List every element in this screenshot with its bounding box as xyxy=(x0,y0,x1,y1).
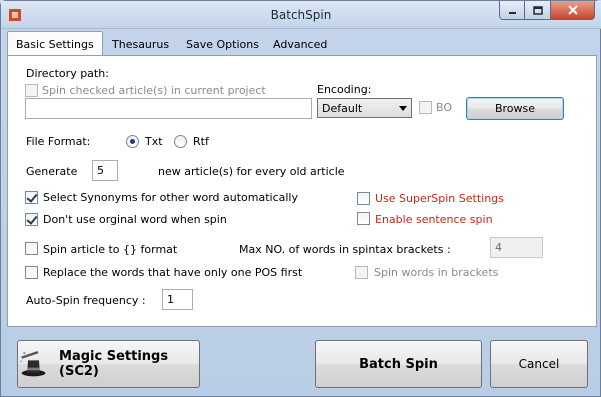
maximize-icon xyxy=(532,5,543,15)
close-button[interactable] xyxy=(551,1,595,20)
dont-use-original-checkbox[interactable] xyxy=(25,213,38,226)
minimize-icon xyxy=(508,11,516,14)
batchspin-window: BatchSpin Basic Settings Thesaurus Save … xyxy=(0,0,601,397)
auto-spin-label: Auto-Spin frequency : xyxy=(26,294,146,307)
magic-settings-button[interactable]: Magic Settings (SC2) xyxy=(17,340,200,388)
max-words-label: Max NO. of words in spintax brackets : xyxy=(239,243,451,256)
use-superspin-checkbox[interactable] xyxy=(357,192,370,205)
encoding-selected-value: Default xyxy=(322,102,363,115)
title-bar[interactable]: BatchSpin xyxy=(1,1,601,29)
file-format-label: File Format: xyxy=(26,135,91,148)
dont-use-original-label: Don't use orginal word when spin xyxy=(43,213,227,226)
window-controls xyxy=(499,1,595,21)
tab-advanced[interactable]: Advanced xyxy=(265,34,335,55)
tab-thesaurus[interactable]: Thesaurus xyxy=(104,34,177,55)
txt-radio-label: Txt xyxy=(145,135,163,148)
spin-words-brackets-checkbox[interactable] xyxy=(355,266,368,279)
auto-spin-input[interactable]: 1 xyxy=(162,289,193,310)
close-icon xyxy=(567,5,578,15)
generate-suffix-label: new article(s) for every old article xyxy=(158,165,345,178)
maximize-button[interactable] xyxy=(525,1,551,20)
generate-label: Generate xyxy=(26,165,78,178)
magic-hat-icon xyxy=(19,349,46,377)
select-synonyms-checkbox[interactable] xyxy=(25,191,38,204)
spin-checked-checkbox[interactable] xyxy=(25,84,38,97)
max-words-input[interactable]: 4 xyxy=(490,237,543,258)
browse-button[interactable]: Browse xyxy=(466,97,564,120)
spin-words-brackets-label: Spin words in brackets xyxy=(374,266,499,279)
basic-settings-panel: Directory path: Spin checked article(s) … xyxy=(7,55,597,327)
directory-path-label: Directory path: xyxy=(26,67,109,80)
tab-bar: Basic Settings Thesaurus Save Options Ad… xyxy=(7,31,599,56)
directory-path-input[interactable] xyxy=(25,98,312,119)
bo-checkbox[interactable] xyxy=(419,101,432,114)
chevron-down-icon xyxy=(399,106,407,111)
enable-sentence-spin-checkbox[interactable] xyxy=(357,212,370,225)
tab-basic-settings[interactable]: Basic Settings xyxy=(7,31,103,56)
replace-one-pos-label: Replace the words that have only one POS… xyxy=(43,266,303,279)
tab-save-options[interactable]: Save Options xyxy=(178,34,267,55)
select-synonyms-label: Select Synonyms for other word automatic… xyxy=(43,191,298,204)
spin-to-format-checkbox[interactable] xyxy=(25,242,38,255)
magic-settings-label: Magic Settings (SC2) xyxy=(59,349,169,379)
rtf-radio[interactable] xyxy=(174,135,187,148)
replace-one-pos-checkbox[interactable] xyxy=(25,266,38,279)
generate-count-input[interactable]: 5 xyxy=(92,160,118,181)
bo-label: BO xyxy=(436,101,453,114)
enable-sentence-spin-label: Enable sentence spin xyxy=(375,213,493,226)
cancel-button[interactable]: Cancel xyxy=(490,340,588,388)
rtf-radio-label: Rtf xyxy=(193,135,209,148)
encoding-select[interactable]: Default xyxy=(317,98,412,118)
use-superspin-label: Use SuperSpin Settings xyxy=(375,192,504,205)
minimize-button[interactable] xyxy=(499,1,525,20)
batch-spin-button[interactable]: Batch Spin xyxy=(315,340,482,388)
spin-checked-label: Spin checked article(s) in current proje… xyxy=(42,84,266,97)
encoding-label: Encoding: xyxy=(317,83,372,96)
spin-to-format-label: Spin article to {} format xyxy=(43,243,178,256)
txt-radio[interactable] xyxy=(126,135,139,148)
